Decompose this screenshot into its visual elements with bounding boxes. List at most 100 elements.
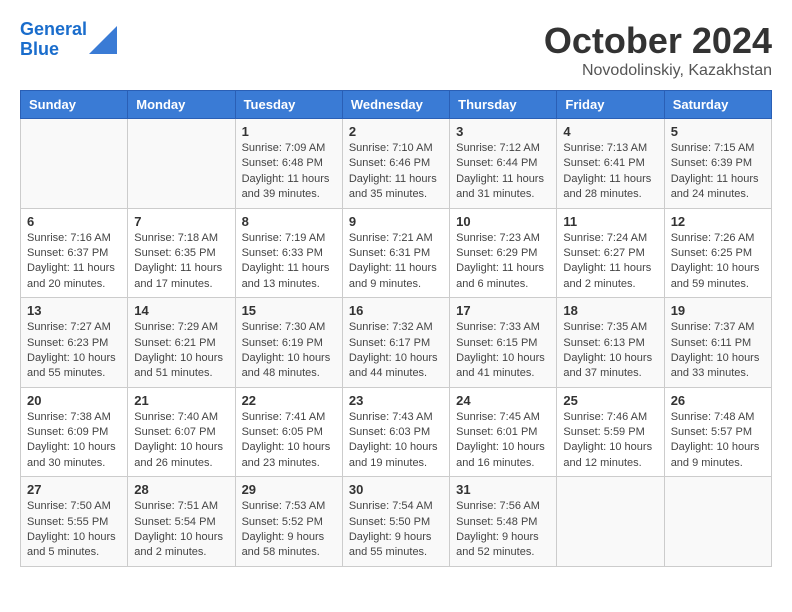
calendar-cell: [557, 477, 664, 567]
weekday-header: Wednesday: [342, 91, 449, 119]
calendar-cell: 10 Sunrise: 7:23 AM Sunset: 6:29 PM Dayli…: [450, 208, 557, 298]
calendar-table: SundayMondayTuesdayWednesdayThursdayFrid…: [20, 90, 772, 567]
calendar-cell: 28 Sunrise: 7:51 AM Sunset: 5:54 PM Dayli…: [128, 477, 235, 567]
day-info: Sunrise: 7:16 AM Sunset: 6:37 PM Dayligh…: [27, 231, 121, 293]
day-number: 2: [349, 124, 443, 139]
day-number: 14: [134, 303, 228, 318]
day-number: 8: [242, 214, 336, 229]
day-info: Sunrise: 7:29 AM Sunset: 6:21 PM Dayligh…: [134, 320, 228, 382]
day-number: 19: [671, 303, 765, 318]
day-info: Sunrise: 7:37 AM Sunset: 6:11 PM Dayligh…: [671, 320, 765, 382]
calendar-cell: [664, 477, 771, 567]
day-info: Sunrise: 7:40 AM Sunset: 6:07 PM Dayligh…: [134, 410, 228, 472]
day-info: Sunrise: 7:30 AM Sunset: 6:19 PM Dayligh…: [242, 320, 336, 382]
day-number: 11: [563, 214, 657, 229]
day-info: Sunrise: 7:26 AM Sunset: 6:25 PM Dayligh…: [671, 231, 765, 293]
day-number: 17: [456, 303, 550, 318]
day-number: 10: [456, 214, 550, 229]
day-number: 5: [671, 124, 765, 139]
day-info: Sunrise: 7:32 AM Sunset: 6:17 PM Dayligh…: [349, 320, 443, 382]
calendar-cell: 3 Sunrise: 7:12 AM Sunset: 6:44 PM Daylig…: [450, 119, 557, 209]
weekday-header: Saturday: [664, 91, 771, 119]
day-number: 7: [134, 214, 228, 229]
day-info: Sunrise: 7:23 AM Sunset: 6:29 PM Dayligh…: [456, 231, 550, 293]
day-info: Sunrise: 7:13 AM Sunset: 6:41 PM Dayligh…: [563, 141, 657, 203]
day-number: 27: [27, 482, 121, 497]
calendar-cell: 11 Sunrise: 7:24 AM Sunset: 6:27 PM Dayli…: [557, 208, 664, 298]
calendar-cell: 18 Sunrise: 7:35 AM Sunset: 6:13 PM Dayli…: [557, 298, 664, 388]
calendar-cell: 23Sunrise: 7:43 AM Sunset: 6:03 PM Dayli…: [342, 387, 449, 477]
day-number: 1: [242, 124, 336, 139]
calendar-cell: 2 Sunrise: 7:10 AM Sunset: 6:46 PM Daylig…: [342, 119, 449, 209]
calendar-week-row: 13 Sunrise: 7:27 AM Sunset: 6:23 PM Dayli…: [21, 298, 772, 388]
calendar-cell: 8 Sunrise: 7:19 AM Sunset: 6:33 PM Daylig…: [235, 208, 342, 298]
day-info: Sunrise: 7:35 AM Sunset: 6:13 PM Dayligh…: [563, 320, 657, 382]
calendar-cell: 15 Sunrise: 7:30 AM Sunset: 6:19 PM Dayli…: [235, 298, 342, 388]
weekday-header: Sunday: [21, 91, 128, 119]
weekday-header-row: SundayMondayTuesdayWednesdayThursdayFrid…: [21, 91, 772, 119]
month-title: October 2024: [544, 20, 772, 62]
day-number: 18: [563, 303, 657, 318]
day-info: Sunrise: 7:33 AM Sunset: 6:15 PM Dayligh…: [456, 320, 550, 382]
title-block: October 2024 Novodolinskiy, Kazakhstan: [544, 20, 772, 80]
calendar-cell: 26 Sunrise: 7:48 AM Sunset: 5:57 PM Dayli…: [664, 387, 771, 477]
calendar-cell: [128, 119, 235, 209]
day-number: 15: [242, 303, 336, 318]
calendar-cell: 13 Sunrise: 7:27 AM Sunset: 6:23 PM Dayli…: [21, 298, 128, 388]
day-info: Sunrise: 7:41 AM Sunset: 6:05 PM Dayligh…: [242, 410, 336, 472]
calendar-cell: 5 Sunrise: 7:15 AM Sunset: 6:39 PM Daylig…: [664, 119, 771, 209]
calendar-cell: 4 Sunrise: 7:13 AM Sunset: 6:41 PM Daylig…: [557, 119, 664, 209]
calendar-cell: 27 Sunrise: 7:50 AM Sunset: 5:55 PM Dayli…: [21, 477, 128, 567]
day-number: 9: [349, 214, 443, 229]
calendar-cell: [21, 119, 128, 209]
day-info: Sunrise: 7:50 AM Sunset: 5:55 PM Dayligh…: [27, 499, 121, 561]
page-header: General Blue October 2024 Novodolinskiy,…: [20, 20, 772, 80]
day-number: 3: [456, 124, 550, 139]
day-info: Sunrise: 7:12 AM Sunset: 6:44 PM Dayligh…: [456, 141, 550, 203]
day-info: Sunrise: 7:19 AM Sunset: 6:33 PM Dayligh…: [242, 231, 336, 293]
calendar-cell: 7 Sunrise: 7:18 AM Sunset: 6:35 PM Daylig…: [128, 208, 235, 298]
day-info: Sunrise: 7:27 AM Sunset: 6:23 PM Dayligh…: [27, 320, 121, 382]
calendar-week-row: 1 Sunrise: 7:09 AM Sunset: 6:48 PM Daylig…: [21, 119, 772, 209]
calendar-cell: 20Sunrise: 7:38 AM Sunset: 6:09 PM Dayli…: [21, 387, 128, 477]
day-number: 28: [134, 482, 228, 497]
calendar-cell: 29 Sunrise: 7:53 AM Sunset: 5:52 PM Dayli…: [235, 477, 342, 567]
day-info: Sunrise: 7:53 AM Sunset: 5:52 PM Dayligh…: [242, 499, 336, 561]
day-info: Sunrise: 7:56 AM Sunset: 5:48 PM Dayligh…: [456, 499, 550, 561]
day-info: Sunrise: 7:09 AM Sunset: 6:48 PM Dayligh…: [242, 141, 336, 203]
calendar-cell: 25Sunrise: 7:46 AM Sunset: 5:59 PM Dayli…: [557, 387, 664, 477]
calendar-cell: 22 Sunrise: 7:41 AM Sunset: 6:05 PM Dayli…: [235, 387, 342, 477]
calendar-cell: 30Sunrise: 7:54 AM Sunset: 5:50 PM Dayli…: [342, 477, 449, 567]
day-info: Sunrise: 7:15 AM Sunset: 6:39 PM Dayligh…: [671, 141, 765, 203]
day-number: 21: [134, 393, 228, 408]
calendar-cell: 21 Sunrise: 7:40 AM Sunset: 6:07 PM Dayli…: [128, 387, 235, 477]
day-info: Sunrise: 7:43 AM Sunset: 6:03 PM Dayligh…: [349, 410, 443, 472]
calendar-cell: 17 Sunrise: 7:33 AM Sunset: 6:15 PM Dayli…: [450, 298, 557, 388]
day-info: Sunrise: 7:48 AM Sunset: 5:57 PM Dayligh…: [671, 410, 765, 472]
calendar-cell: 12 Sunrise: 7:26 AM Sunset: 6:25 PM Dayli…: [664, 208, 771, 298]
calendar-week-row: 20Sunrise: 7:38 AM Sunset: 6:09 PM Dayli…: [21, 387, 772, 477]
weekday-header: Friday: [557, 91, 664, 119]
weekday-header: Monday: [128, 91, 235, 119]
day-number: 13: [27, 303, 121, 318]
day-number: 29: [242, 482, 336, 497]
calendar-cell: 16Sunrise: 7:32 AM Sunset: 6:17 PM Dayli…: [342, 298, 449, 388]
day-info: Sunrise: 7:10 AM Sunset: 6:46 PM Dayligh…: [349, 141, 443, 203]
day-number: 22: [242, 393, 336, 408]
day-number: 4: [563, 124, 657, 139]
day-number: 12: [671, 214, 765, 229]
logo-text: General Blue: [20, 20, 87, 60]
day-number: 26: [671, 393, 765, 408]
calendar-week-row: 6Sunrise: 7:16 AM Sunset: 6:37 PM Daylig…: [21, 208, 772, 298]
day-info: Sunrise: 7:54 AM Sunset: 5:50 PM Dayligh…: [349, 499, 443, 561]
day-number: 20: [27, 393, 121, 408]
calendar-cell: 24Sunrise: 7:45 AM Sunset: 6:01 PM Dayli…: [450, 387, 557, 477]
calendar-cell: 9Sunrise: 7:21 AM Sunset: 6:31 PM Daylig…: [342, 208, 449, 298]
logo-icon: [89, 26, 117, 54]
calendar-cell: 6Sunrise: 7:16 AM Sunset: 6:37 PM Daylig…: [21, 208, 128, 298]
day-info: Sunrise: 7:18 AM Sunset: 6:35 PM Dayligh…: [134, 231, 228, 293]
day-info: Sunrise: 7:24 AM Sunset: 6:27 PM Dayligh…: [563, 231, 657, 293]
day-info: Sunrise: 7:51 AM Sunset: 5:54 PM Dayligh…: [134, 499, 228, 561]
weekday-header: Tuesday: [235, 91, 342, 119]
day-info: Sunrise: 7:45 AM Sunset: 6:01 PM Dayligh…: [456, 410, 550, 472]
